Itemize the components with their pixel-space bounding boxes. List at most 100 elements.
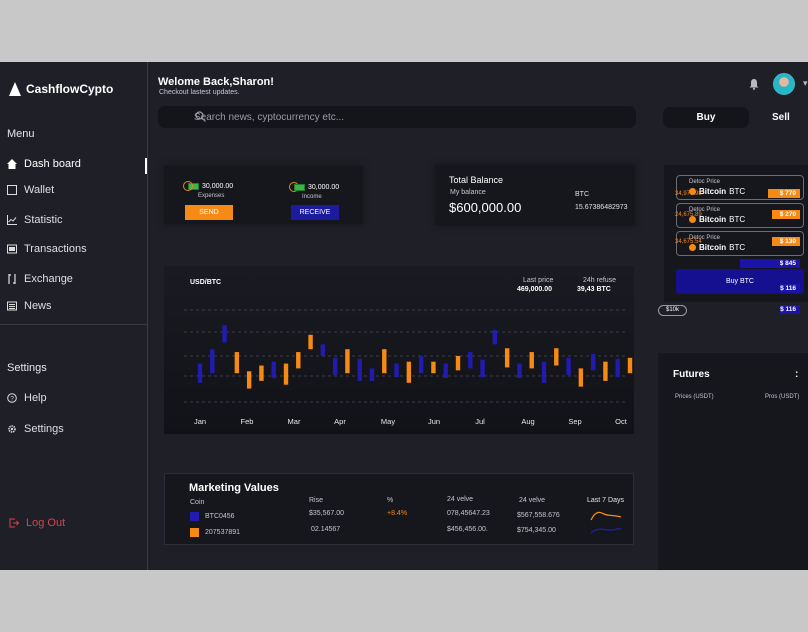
menu-section-label: Menu [7,128,35,140]
avatar[interactable] [773,73,795,95]
candle [222,325,227,343]
col-rise: Rise [309,497,324,504]
candle [406,361,412,383]
app-name: CashflowCypto [26,82,114,96]
candle [492,330,498,345]
candle [234,352,240,374]
greeting: Welome Back,Sharon! [158,76,274,88]
search-placeholder: Search news, cyptocurrency etc... [194,111,345,123]
home-icon [7,159,17,169]
candle [603,361,608,381]
coin-name: BTC0456 [205,513,235,520]
btc-label: BTC [575,191,589,198]
my-balance-label: My balance [450,189,486,196]
send-button[interactable]: SEND [185,205,233,220]
candle [418,355,424,374]
sidebar-item-label: Settings [24,423,64,435]
velve1-value: 078,45647.23 [447,510,490,517]
sidebar-item-label: News [24,300,52,312]
sidebar-item-label: Wallet [24,184,55,196]
detoc-coin: Bitcoin [699,243,727,252]
futures-pro-bar: $ 270 [772,210,800,219]
sidebar-item-label: Statistic [24,214,63,226]
candle [590,354,596,371]
price-badge: $10k [658,305,687,316]
sidebar-item-label: Transactions [24,243,87,255]
sparkline-blue [590,528,622,534]
svg-text:?: ? [10,395,14,402]
sidebar-item-statistic[interactable]: Statistic [7,214,63,226]
x-tick-label: Mar [288,417,301,426]
rise-value: $35,567.00 [309,510,345,517]
news-icon [7,301,17,311]
coin-icon [190,528,199,537]
detoc-unit: BTC [729,215,746,224]
col-24-velve-1: 24 velve [447,496,474,503]
more-icon[interactable]: : [795,369,798,380]
x-tick-label: Oct [615,417,628,426]
futures-title: Futures [673,369,710,380]
logout-label: Log Out [26,517,66,529]
candle [210,349,215,374]
sidebar-item-transactions[interactable]: Transactions [7,243,87,255]
btc-price-panel: Detoc Price Bitcoin BTC Detoc Price Bitco… [664,165,808,302]
chevron-down-icon[interactable]: ▾ [803,78,808,89]
sidebar-item-settings[interactable]: Settings [7,423,64,435]
balance-card: Total Balance My balance $600,000.00 BTC… [435,165,635,225]
candle [382,349,387,374]
search-input[interactable]: Search news, cyptocurrency etc... [158,106,636,128]
x-tick-label: Jul [475,417,485,426]
income-amount-row: 30,000.00 [289,182,339,192]
bell-icon[interactable] [748,78,760,90]
sidebar-item-label: Exchange [24,273,73,285]
candlestick-chart[interactable]: Jan Feb Mar Apr May Jun Jul Aug Sep Oct [164,266,634,434]
app-logo[interactable]: CashflowCypto [9,82,113,96]
futures-pro-bar: $ 116 [780,305,800,314]
receive-button[interactable]: RECEIVE [291,205,339,220]
sidebar-item-help[interactable]: ? Help [7,392,47,404]
detoc-coin: Bitcoin [699,187,727,196]
marketing-title: Marketing Values [189,482,279,494]
velve2-value: $567,558.676 [517,512,560,519]
candle [541,361,547,383]
futures-price: 34,970.98 [675,191,702,197]
balance-title: Total Balance [449,175,504,185]
sidebar-item-exchange[interactable]: Exchange [7,273,73,285]
btc-amount: 15.67386482973 [575,204,628,211]
cash-icon [294,183,305,191]
futures-pro-bar: $ 130 [772,237,800,246]
expenses-icon [183,181,193,191]
logo-icon [9,82,21,96]
col-24-velve-2: 24 velve [519,497,546,504]
active-indicator [145,158,147,174]
candle [296,352,301,369]
sidebar-item-label: Dash board [24,158,81,170]
logout-button[interactable]: Log Out [9,517,65,529]
candle [615,358,620,378]
greeting-subtitle: Checkout lastest updates. [159,89,240,96]
candle [578,368,584,387]
col-percent: % [387,497,394,504]
sidebar-item-dashboard[interactable]: Dash board [7,158,81,170]
candle [468,352,473,369]
x-tick-label: Apr [334,417,346,426]
x-tick-label: May [381,417,395,426]
logout-icon [9,518,19,528]
velve2-value: $754,345.00 [517,527,556,534]
x-tick-label: Aug [521,417,534,426]
x-tick-label: Feb [241,417,254,426]
sell-button[interactable]: Sell [772,107,808,128]
x-tick-label: Jan [194,417,206,426]
col-coin: Coin [190,499,205,506]
percent-value: +8.4% [387,510,408,517]
futures-pro-bar: $ 770 [768,189,800,198]
sidebar-item-news[interactable]: News [7,300,52,312]
candle [259,365,264,381]
sidebar-item-label: Help [24,392,47,404]
buy-button[interactable]: Buy [663,107,749,128]
sidebar-item-wallet[interactable]: Wallet [7,184,54,196]
detoc-unit: BTC [729,243,746,252]
candle [455,355,461,371]
candle [431,361,436,374]
sidebar-divider [0,324,148,325]
